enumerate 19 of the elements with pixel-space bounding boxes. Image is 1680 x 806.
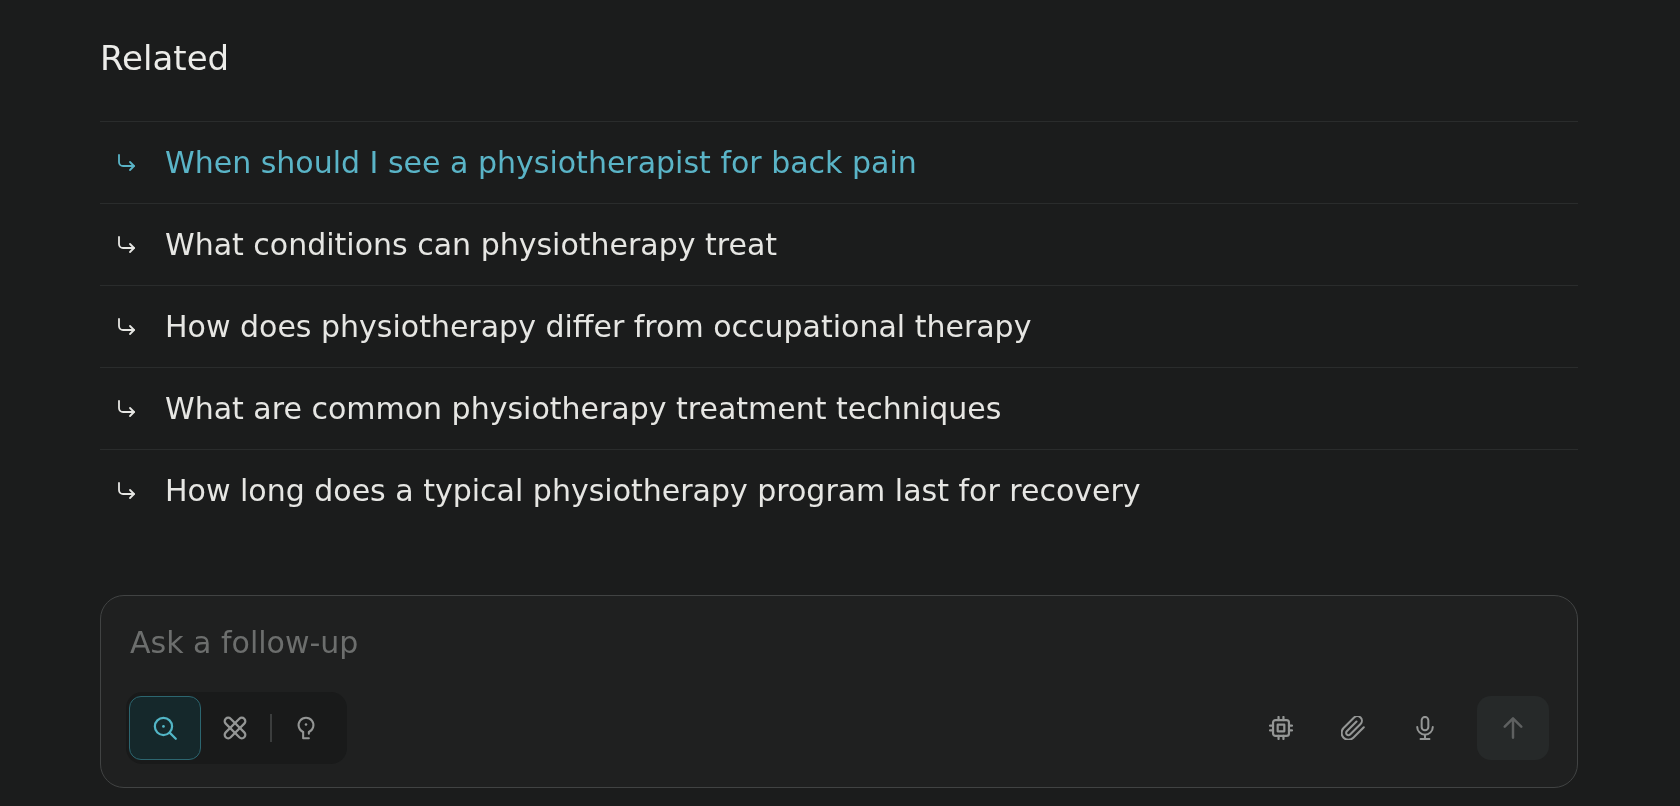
corner-arrow-icon bbox=[116, 235, 136, 254]
search-mode-button[interactable] bbox=[129, 696, 201, 760]
arrow-up-icon bbox=[1503, 717, 1523, 739]
corner-arrow-icon bbox=[116, 481, 136, 500]
paperclip-icon bbox=[1341, 716, 1365, 740]
related-question-link[interactable]: What are common physiotherapy treatment techniques bbox=[165, 389, 1002, 428]
crossed-loops-icon bbox=[223, 716, 247, 740]
related-question-link[interactable]: What conditions can physiotherapy treat bbox=[165, 225, 778, 264]
related-question-link[interactable]: How long does a typical physiotherapy program last for recovery bbox=[165, 471, 1141, 510]
section-heading: Related bbox=[100, 40, 230, 76]
corner-arrow-icon bbox=[116, 399, 136, 418]
corner-arrow-icon bbox=[116, 317, 136, 336]
related-question-link[interactable]: How does physiotherapy differ from occupational therapy bbox=[165, 307, 1032, 346]
chip-icon bbox=[1269, 716, 1293, 740]
microphone-icon bbox=[1413, 716, 1437, 740]
corner-arrow-icon bbox=[116, 153, 136, 172]
related-question-link[interactable]: When should I see a physiotherapist for back pain bbox=[165, 143, 917, 182]
search-icon bbox=[153, 716, 177, 740]
follow-up-input[interactable]: Ask a follow-up bbox=[130, 624, 730, 662]
